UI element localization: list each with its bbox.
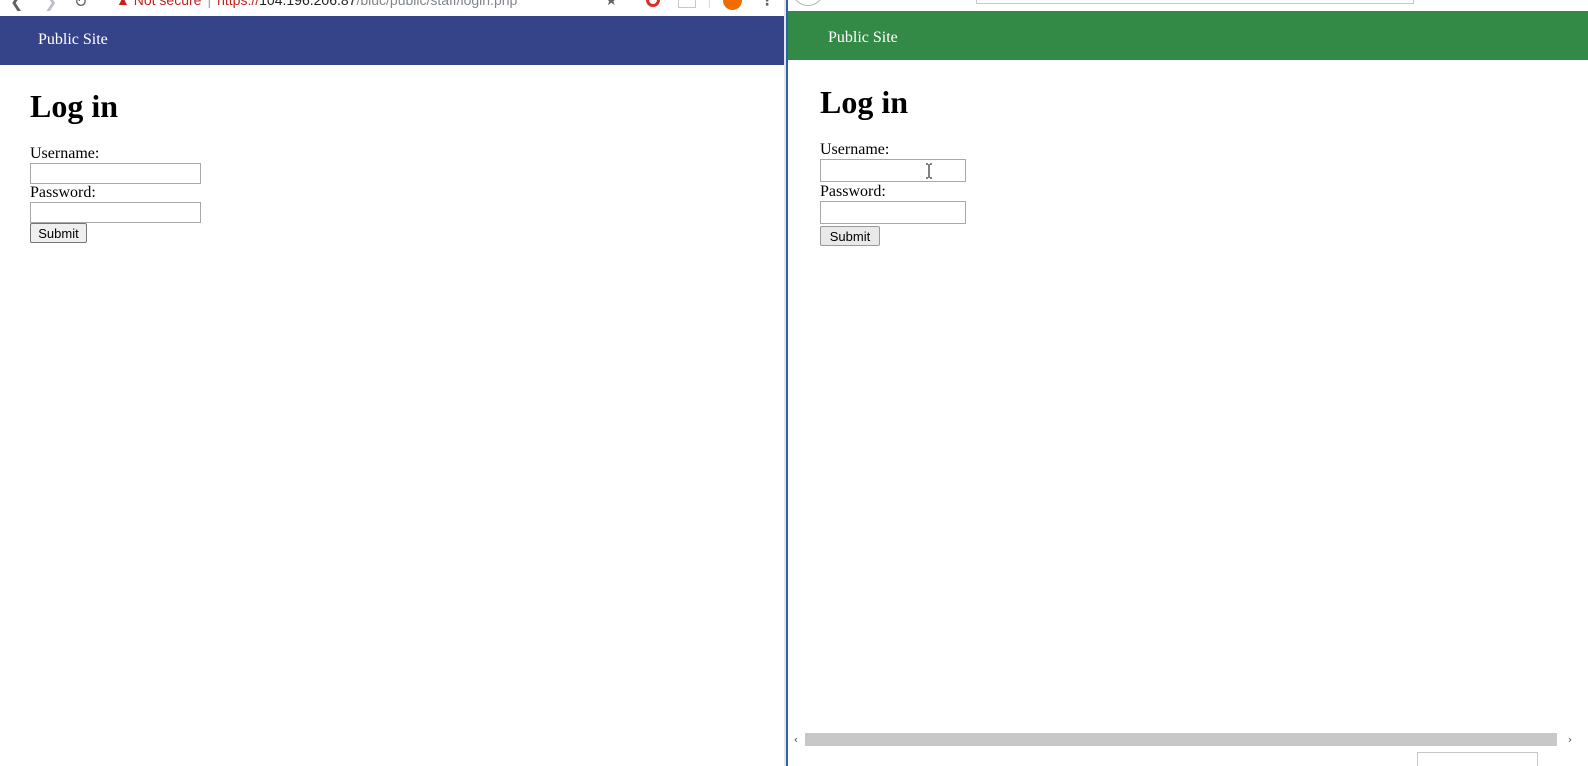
right-browser-window: Public Site Log in Username: Password: S… — [788, 0, 1588, 766]
warning-triangle-icon: ▲ — [116, 0, 130, 8]
password-label: Password: — [820, 183, 886, 200]
extension-icon[interactable] — [678, 0, 696, 8]
public-site-link[interactable]: Public Site — [828, 29, 898, 47]
scroll-right-icon[interactable]: › — [1562, 731, 1578, 748]
login-form: Log in Username: Password: Submit — [820, 84, 966, 246]
text-cursor-icon — [926, 163, 932, 179]
submit-button[interactable]: Submit — [820, 226, 880, 246]
site-navbar: Public Site — [0, 16, 784, 65]
page-title: Log in — [30, 88, 119, 124]
url-path: /bluc/public/staff/login.php — [356, 0, 518, 8]
url-separator: | — [207, 0, 212, 8]
login-form: Log in Username: Password: Submit — [30, 88, 201, 243]
back-circle-icon[interactable] — [792, 0, 824, 6]
url-host: 104.196.206.87 — [259, 0, 357, 8]
left-browser-window: ❮ ❯ ↻ ▲ Not secure | https://104.196.206.8… — [0, 0, 784, 766]
profile-avatar-icon[interactable] — [723, 0, 742, 10]
username-label: Username: — [820, 141, 890, 158]
reload-icon[interactable]: ↻ — [74, 0, 87, 12]
username-input[interactable] — [30, 163, 201, 184]
scroll-left-icon[interactable]: ‹ — [788, 731, 804, 748]
address-bar[interactable]: ▲ Not secure | https://104.196.206.87/bluc… — [116, 0, 517, 8]
scrollbar-thumb[interactable] — [805, 733, 1557, 746]
password-input[interactable] — [820, 201, 966, 224]
toolbar-divider — [709, 0, 710, 8]
horizontal-scrollbar[interactable]: ‹ › — [788, 731, 1588, 748]
site-navbar: Public Site — [788, 11, 1588, 60]
screen: ❮ ❯ ↻ ▲ Not secure | https://104.196.206.8… — [0, 0, 1588, 766]
username-label: Username: — [30, 145, 100, 162]
status-box — [1417, 752, 1538, 766]
extension-opera-icon[interactable] — [646, 0, 660, 7]
not-secure-label: Not secure — [133, 0, 202, 8]
public-site-link[interactable]: Public Site — [38, 31, 108, 49]
address-bar[interactable] — [976, 0, 1414, 4]
left-browser-toolbar: ❮ ❯ ↻ ▲ Not secure | https://104.196.206.8… — [0, 0, 784, 15]
submit-button[interactable]: Submit — [30, 223, 87, 243]
password-input[interactable] — [30, 202, 201, 223]
star-icon[interactable]: ★ — [605, 0, 618, 9]
page-title: Log in — [820, 84, 909, 120]
url-scheme: https:// — [217, 0, 260, 8]
forward-icon[interactable]: ❯ — [44, 0, 57, 12]
password-label: Password: — [30, 184, 96, 201]
right-browser-toolbar — [788, 0, 1588, 11]
back-icon[interactable]: ❮ — [10, 0, 23, 12]
kebab-menu-icon[interactable]: ⋮ — [760, 0, 774, 9]
username-input[interactable] — [820, 159, 966, 182]
status-bar — [788, 748, 1588, 766]
